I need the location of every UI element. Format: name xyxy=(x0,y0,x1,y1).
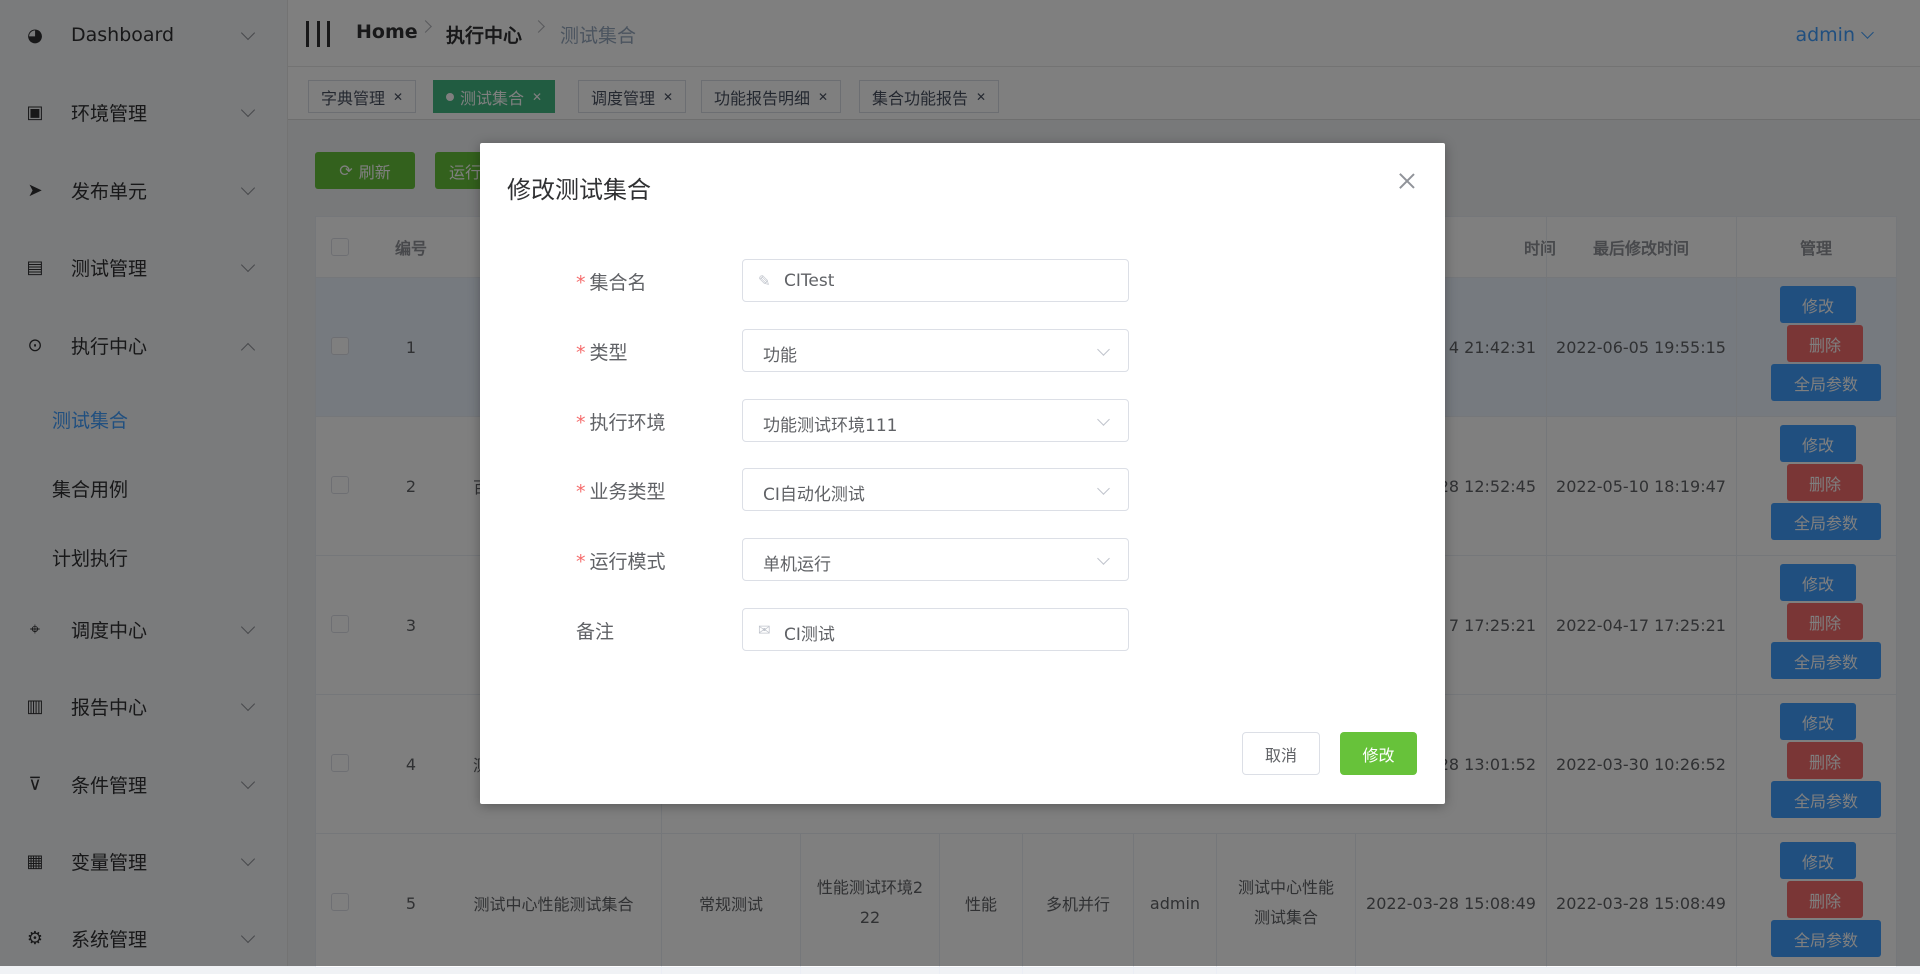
label-text: 执行环境 xyxy=(589,412,666,434)
chevron-down-icon xyxy=(1097,413,1110,426)
edit-collection-dialog: 修改测试集合 * 集合名 ✎ CITest * 类型 功能 * 执行环境 功能测试环境… xyxy=(480,143,1445,804)
collection-name-input[interactable]: ✎ CITest xyxy=(742,259,1129,302)
mail-icon: ✉ xyxy=(758,621,771,639)
field-label-remark: 备注 xyxy=(576,617,614,644)
label-text: 类型 xyxy=(589,342,628,364)
chevron-down-icon xyxy=(1097,482,1110,495)
type-select[interactable]: 功能 xyxy=(742,329,1129,372)
cancel-button[interactable]: 取消 xyxy=(1242,732,1320,775)
label-text: 业务类型 xyxy=(589,481,666,503)
label-text: 运行模式 xyxy=(589,551,666,573)
select-value: 单机运行 xyxy=(763,555,831,575)
run-mode-select[interactable]: 单机运行 xyxy=(742,538,1129,581)
field-label-env: * 执行环境 xyxy=(576,412,666,434)
edit-icon: ✎ xyxy=(758,272,771,290)
field-label-type: * 类型 xyxy=(576,342,628,364)
dialog-title: 修改测试集合 xyxy=(507,176,651,204)
close-icon[interactable] xyxy=(1397,171,1417,191)
select-value: CI自动化测试 xyxy=(763,485,865,505)
chevron-down-icon xyxy=(1097,343,1110,356)
field-label-name: * 集合名 xyxy=(576,272,647,294)
business-type-select[interactable]: CI自动化测试 xyxy=(742,468,1129,511)
select-value: 功能 xyxy=(763,346,797,366)
field-label-business-type: * 业务类型 xyxy=(576,481,666,503)
input-value: CI测试 xyxy=(784,625,835,645)
label-text: 备注 xyxy=(576,621,615,643)
remark-input[interactable]: ✉ CI测试 xyxy=(742,608,1129,651)
field-label-run-mode: * 运行模式 xyxy=(576,551,666,573)
select-value: 功能测试环境111 xyxy=(763,416,898,436)
label-text: 集合名 xyxy=(589,272,647,294)
submit-button[interactable]: 修改 xyxy=(1340,732,1417,775)
input-value: CITest xyxy=(784,271,835,291)
chevron-down-icon xyxy=(1097,552,1110,565)
env-select[interactable]: 功能测试环境111 xyxy=(742,399,1129,442)
